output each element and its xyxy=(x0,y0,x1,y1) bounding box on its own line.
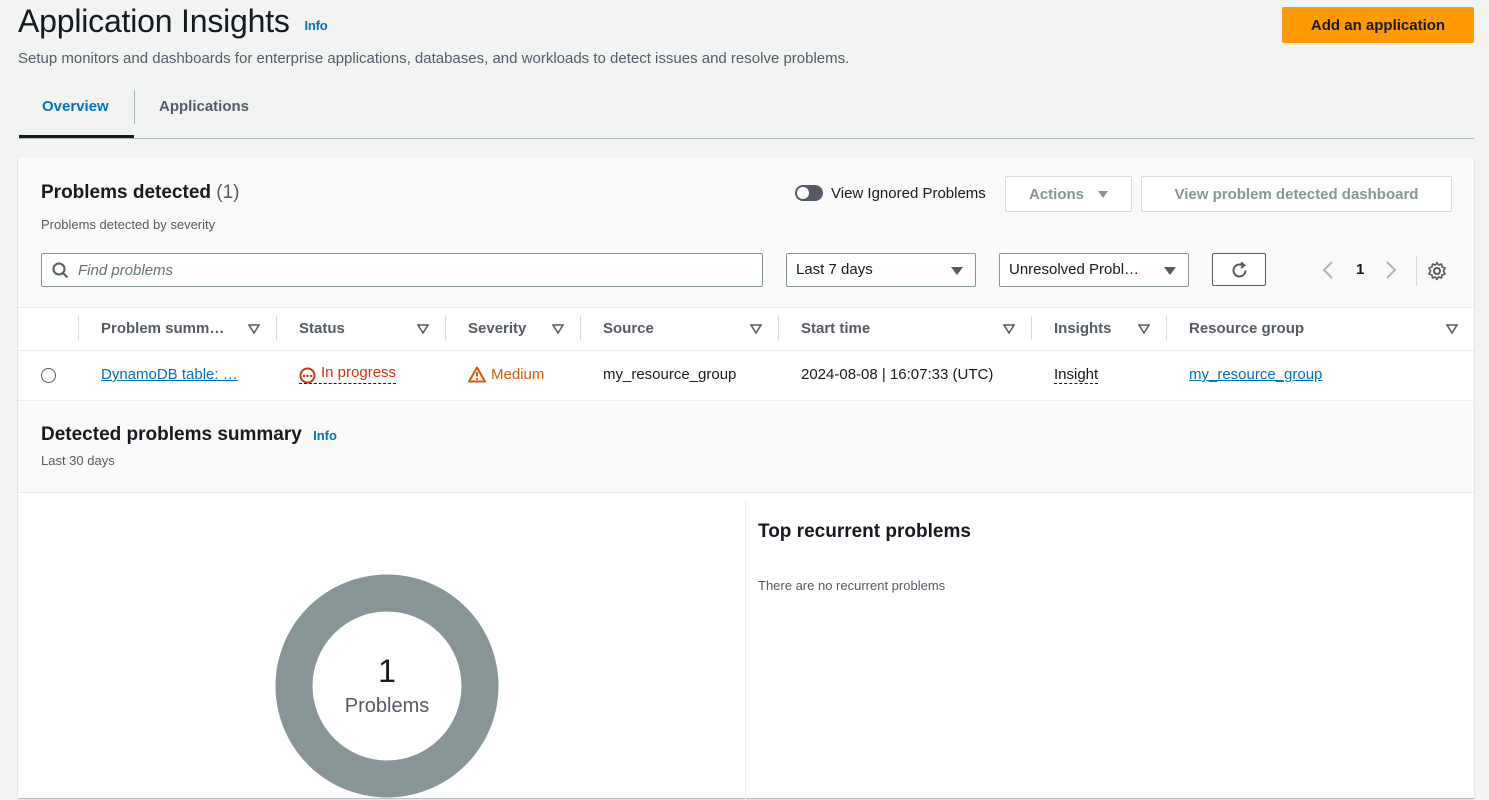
toggle-knob xyxy=(797,187,809,199)
chevron-right-icon[interactable] xyxy=(1385,260,1397,280)
problem-summary-link[interactable]: DynamoDB table: … xyxy=(101,366,238,383)
search-field[interactable]: Find problems xyxy=(41,253,763,287)
tab-separator xyxy=(134,90,135,124)
summary-title: Detected problems summary Info xyxy=(41,424,337,446)
column-header-summary[interactable]: Problem summ… xyxy=(101,320,224,337)
tab-applications[interactable]: Applications xyxy=(159,98,249,115)
table-top-border xyxy=(18,307,1474,308)
page-number[interactable]: 1 xyxy=(1356,261,1364,278)
summary-info-link[interactable]: Info xyxy=(313,428,337,443)
summary-period: Last 30 days xyxy=(41,453,115,468)
time-range-select[interactable]: Last 7 days xyxy=(786,253,976,287)
column-header-severity[interactable]: Severity xyxy=(468,320,526,337)
problems-title: Problems detected (1) xyxy=(41,182,240,204)
start-time-cell: 2024-08-08 | 16:07:33 (UTC) xyxy=(801,366,994,383)
column-header-status[interactable]: Status xyxy=(299,320,345,337)
problems-count: (1) xyxy=(216,182,240,203)
row-radio[interactable] xyxy=(41,368,56,383)
actions-label: Actions xyxy=(1028,185,1084,203)
column-separator xyxy=(1166,316,1167,340)
status-filter-select[interactable]: Unresolved Probl… xyxy=(999,253,1189,287)
sort-icon[interactable] xyxy=(750,324,762,334)
actions-button[interactable]: Actions xyxy=(1005,176,1132,212)
table-row: DynamoDB table: … In progress Medium my_… xyxy=(18,351,1474,400)
gear-icon[interactable] xyxy=(1427,261,1447,281)
page-subtitle: Setup monitors and dashboards for enterp… xyxy=(18,50,850,67)
column-separator xyxy=(78,316,79,340)
status-indicator[interactable]: In progress xyxy=(299,364,397,384)
column-header-insights[interactable]: Insights xyxy=(1054,320,1112,337)
page-title-text: Application Insights xyxy=(18,3,290,39)
column-header-resource-group[interactable]: Resource group xyxy=(1189,320,1304,337)
column-header-source[interactable]: Source xyxy=(603,320,654,337)
chevron-down-icon xyxy=(1098,190,1108,198)
donut-label: Problems xyxy=(344,695,430,717)
chevron-down-icon xyxy=(951,267,963,275)
column-separator xyxy=(1031,316,1032,340)
status-filter-value: Unresolved Probl… xyxy=(1009,261,1140,278)
view-ignored-toggle[interactable] xyxy=(795,185,823,201)
sort-icon[interactable] xyxy=(417,324,429,334)
info-link[interactable]: Info xyxy=(304,18,327,33)
sort-icon[interactable] xyxy=(1138,324,1150,334)
summary-title-text: Detected problems summary xyxy=(41,424,302,445)
status-text: In progress xyxy=(321,364,397,381)
source-cell: my_resource_group xyxy=(603,366,737,383)
refresh-button[interactable] xyxy=(1212,253,1266,286)
tabs-divider xyxy=(19,138,1474,139)
chevron-down-icon xyxy=(1164,267,1176,275)
problems-description: Problems detected by severity xyxy=(41,217,216,232)
view-dashboard-button[interactable]: View problem detected dashboard xyxy=(1141,176,1452,212)
insight-link[interactable]: Insight xyxy=(1054,366,1099,384)
chevron-left-icon[interactable] xyxy=(1322,260,1334,280)
time-range-value: Last 7 days xyxy=(796,261,873,278)
summary-header xyxy=(18,401,1474,492)
status-cell[interactable]: In progress xyxy=(299,364,397,386)
view-ignored-label: View Ignored Problems xyxy=(831,185,986,202)
summary-vertical-divider xyxy=(745,500,746,800)
in-progress-icon xyxy=(299,367,316,384)
sort-icon[interactable] xyxy=(1446,324,1458,334)
severity-text: Medium xyxy=(491,366,545,383)
column-separator xyxy=(778,316,779,340)
sort-icon[interactable] xyxy=(248,324,260,334)
problems-card: Problems detected (1) Problems detected … xyxy=(18,158,1474,800)
summary-divider xyxy=(18,492,1474,493)
column-header-start-time[interactable]: Start time xyxy=(801,320,870,337)
add-application-button[interactable]: Add an application xyxy=(1282,7,1474,43)
sort-icon[interactable] xyxy=(1003,324,1015,334)
warning-icon xyxy=(468,366,486,383)
search-icon xyxy=(52,262,69,279)
sort-icon[interactable] xyxy=(552,324,564,334)
tab-overview[interactable]: Overview xyxy=(42,98,109,115)
severity-cell: Medium xyxy=(468,366,544,383)
donut-value: 1 xyxy=(378,653,396,689)
tab-active-indicator xyxy=(19,135,134,138)
resource-group-link[interactable]: my_resource_group xyxy=(1189,366,1322,383)
pagination-divider xyxy=(1416,256,1417,286)
column-separator xyxy=(580,316,581,340)
page-title: Application Insights Info xyxy=(18,3,328,40)
column-separator xyxy=(276,316,277,340)
column-separator xyxy=(445,316,446,340)
search-placeholder: Find problems xyxy=(78,262,174,279)
refresh-icon xyxy=(1232,261,1247,278)
recurrent-title: Top recurrent problems xyxy=(758,521,971,542)
problems-title-text: Problems detected xyxy=(41,182,211,203)
recurrent-empty-message: There are no recurrent problems xyxy=(758,578,946,593)
